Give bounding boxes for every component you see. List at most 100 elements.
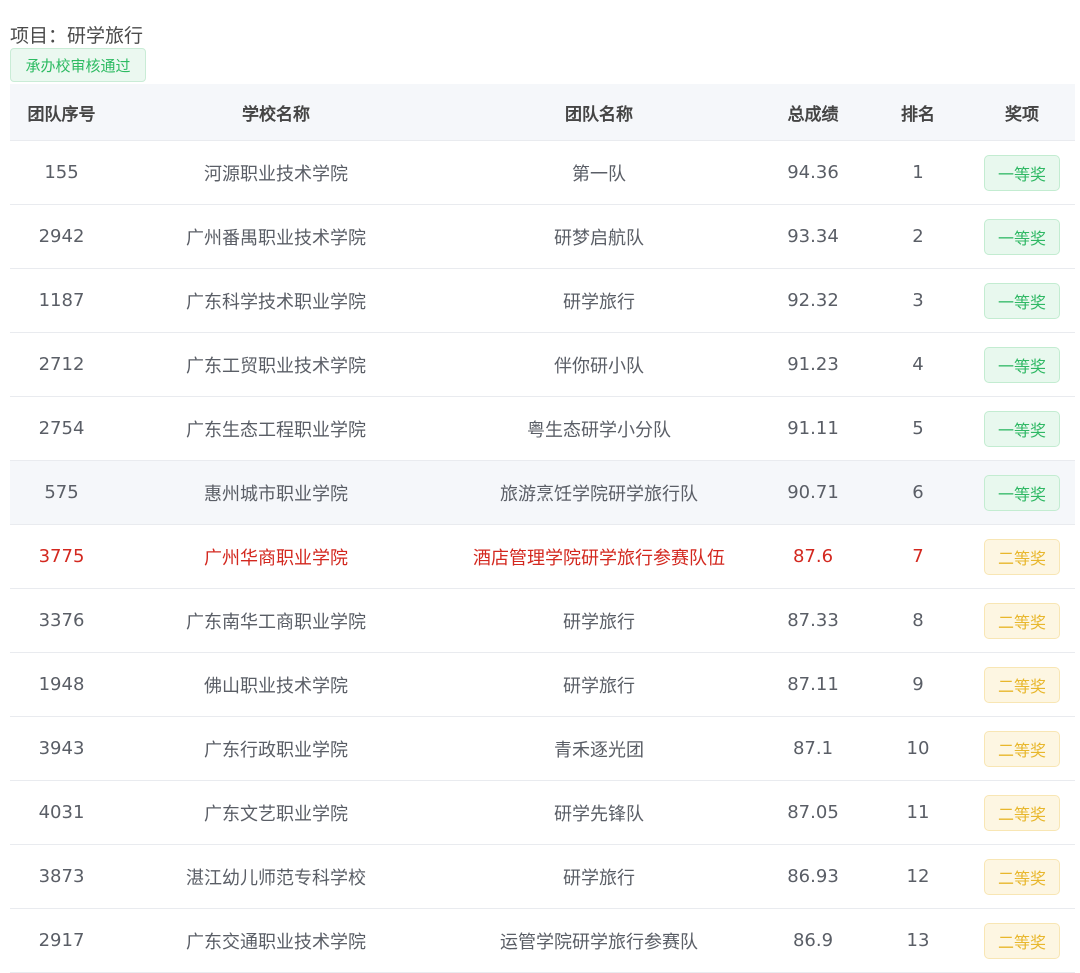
school-name-cell: 广东行政职业学院 xyxy=(113,716,439,781)
rank-cell: 9 xyxy=(867,652,969,717)
column-header-rank[interactable]: 排名 xyxy=(867,84,969,141)
award-cell: 一等奖 xyxy=(969,268,1075,333)
table-row[interactable]: 3873 湛江幼儿师范专科学校 研学旅行 86.93 12 二等奖 xyxy=(10,844,1075,909)
review-status-tag: 承办校审核通过 xyxy=(10,48,146,82)
team-name-cell: 旅游烹饪学院研学旅行队 xyxy=(439,460,759,525)
column-header-school[interactable]: 学校名称 xyxy=(113,84,439,141)
column-header-award[interactable]: 奖项 xyxy=(969,84,1075,141)
award-cell: 一等奖 xyxy=(969,204,1075,269)
team-id-cell: 1187 xyxy=(10,268,113,333)
award-cell: 二等奖 xyxy=(969,588,1075,653)
team-name-cell: 青禾逐光团 xyxy=(439,716,759,781)
award-badge: 一等奖 xyxy=(984,346,1060,383)
table-row[interactable]: 2917 广东交通职业技术学院 运管学院研学旅行参赛队 86.9 13 二等奖 xyxy=(10,908,1075,973)
award-cell: 一等奖 xyxy=(969,332,1075,397)
table-row[interactable]: 4031 广东文艺职业学院 研学先锋队 87.05 11 二等奖 xyxy=(10,780,1075,845)
table-row[interactable]: 3376 广东南华工商职业学院 研学旅行 87.33 8 二等奖 xyxy=(10,588,1075,653)
team-name-cell: 酒店管理学院研学旅行参赛队伍 xyxy=(439,524,759,589)
school-name-cell: 广东科学技术职业学院 xyxy=(113,268,439,333)
award-cell: 二等奖 xyxy=(969,780,1075,845)
column-header-team-id[interactable]: 团队序号 xyxy=(10,84,113,141)
award-badge: 一等奖 xyxy=(984,154,1060,191)
award-badge: 一等奖 xyxy=(984,218,1060,255)
column-header-team-name[interactable]: 团队名称 xyxy=(439,84,759,141)
table-row[interactable]: 3943 广东行政职业学院 青禾逐光团 87.1 10 二等奖 xyxy=(10,716,1075,781)
rank-cell: 13 xyxy=(867,908,969,973)
team-name-cell: 研学旅行 xyxy=(439,652,759,717)
award-badge: 二等奖 xyxy=(984,794,1060,831)
award-badge: 二等奖 xyxy=(984,602,1060,639)
team-id-cell: 2712 xyxy=(10,332,113,397)
award-badge: 二等奖 xyxy=(984,538,1060,575)
table-row[interactable]: 3775 广州华商职业学院 酒店管理学院研学旅行参赛队伍 87.6 7 二等奖 xyxy=(10,524,1075,589)
school-name-cell: 广东交通职业技术学院 xyxy=(113,908,439,973)
team-id-cell: 3873 xyxy=(10,844,113,909)
total-score-cell: 91.11 xyxy=(759,396,867,461)
table-row[interactable]: 1187 广东科学技术职业学院 研学旅行 92.32 3 一等奖 xyxy=(10,268,1075,333)
total-score-cell: 87.11 xyxy=(759,652,867,717)
award-cell: 二等奖 xyxy=(969,652,1075,717)
school-name-cell: 河源职业技术学院 xyxy=(113,140,439,205)
rank-cell: 2 xyxy=(867,204,969,269)
team-id-cell: 3775 xyxy=(10,524,113,589)
table-row[interactable]: 2942 广州番禺职业技术学院 研梦启航队 93.34 2 一等奖 xyxy=(10,204,1075,269)
award-badge: 一等奖 xyxy=(984,474,1060,511)
award-cell: 一等奖 xyxy=(969,396,1075,461)
award-badge: 二等奖 xyxy=(984,922,1060,959)
team-id-cell: 3376 xyxy=(10,588,113,653)
total-score-cell: 90.71 xyxy=(759,460,867,525)
school-name-cell: 广东生态工程职业学院 xyxy=(113,396,439,461)
school-name-cell: 广东工贸职业技术学院 xyxy=(113,332,439,397)
team-id-cell: 3943 xyxy=(10,716,113,781)
award-badge: 一等奖 xyxy=(984,282,1060,319)
award-cell: 一等奖 xyxy=(969,140,1075,205)
school-name-cell: 惠州城市职业学院 xyxy=(113,460,439,525)
award-cell: 二等奖 xyxy=(969,908,1075,973)
rank-cell: 12 xyxy=(867,844,969,909)
team-name-cell: 研学旅行 xyxy=(439,588,759,653)
team-name-cell: 研学先锋队 xyxy=(439,780,759,845)
award-badge: 二等奖 xyxy=(984,730,1060,767)
rank-cell: 3 xyxy=(867,268,969,333)
table-row[interactable]: 2712 广东工贸职业技术学院 伴你研小队 91.23 4 一等奖 xyxy=(10,332,1075,397)
total-score-cell: 94.36 xyxy=(759,140,867,205)
award-badge: 二等奖 xyxy=(984,666,1060,703)
team-name-cell: 粤生态研学小分队 xyxy=(439,396,759,461)
team-id-cell: 2942 xyxy=(10,204,113,269)
team-name-cell: 研学旅行 xyxy=(439,268,759,333)
total-score-cell: 91.23 xyxy=(759,332,867,397)
total-score-cell: 87.6 xyxy=(759,524,867,589)
total-score-cell: 87.1 xyxy=(759,716,867,781)
school-name-cell: 广州华商职业学院 xyxy=(113,524,439,589)
rank-cell: 11 xyxy=(867,780,969,845)
table-header: 团队序号 学校名称 团队名称 总成绩 排名 奖项 xyxy=(10,84,1075,141)
team-id-cell: 575 xyxy=(10,460,113,525)
table-row[interactable]: 1948 佛山职业技术学院 研学旅行 87.11 9 二等奖 xyxy=(10,652,1075,717)
table-row[interactable]: 155 河源职业技术学院 第一队 94.36 1 一等奖 xyxy=(10,140,1075,205)
award-cell: 二等奖 xyxy=(969,524,1075,589)
table-row[interactable]: 2754 广东生态工程职业学院 粤生态研学小分队 91.11 5 一等奖 xyxy=(10,396,1075,461)
school-name-cell: 湛江幼儿师范专科学校 xyxy=(113,844,439,909)
table-body: 155 河源职业技术学院 第一队 94.36 1 一等奖 2942 广州番禺职业技术学院 研梦启… xyxy=(10,140,1075,973)
rank-cell: 1 xyxy=(867,140,969,205)
total-score-cell: 87.33 xyxy=(759,588,867,653)
project-label: 项目：研学旅行 xyxy=(10,25,144,47)
award-cell: 二等奖 xyxy=(969,716,1075,781)
school-name-cell: 广东文艺职业学院 xyxy=(113,780,439,845)
rank-cell: 7 xyxy=(867,524,969,589)
award-cell: 二等奖 xyxy=(969,844,1075,909)
column-header-total-score[interactable]: 总成绩 xyxy=(759,84,867,141)
school-name-cell: 佛山职业技术学院 xyxy=(113,652,439,717)
table-row[interactable]: 575 惠州城市职业学院 旅游烹饪学院研学旅行队 90.71 6 一等奖 xyxy=(10,460,1075,525)
team-name-cell: 伴你研小队 xyxy=(439,332,759,397)
rank-cell: 6 xyxy=(867,460,969,525)
total-score-cell: 92.32 xyxy=(759,268,867,333)
award-badge: 一等奖 xyxy=(984,410,1060,447)
team-id-cell: 2917 xyxy=(10,908,113,973)
rank-cell: 4 xyxy=(867,332,969,397)
rank-cell: 5 xyxy=(867,396,969,461)
award-badge: 二等奖 xyxy=(984,858,1060,895)
total-score-cell: 93.34 xyxy=(759,204,867,269)
school-name-cell: 广东南华工商职业学院 xyxy=(113,588,439,653)
team-name-cell: 研梦启航队 xyxy=(439,204,759,269)
